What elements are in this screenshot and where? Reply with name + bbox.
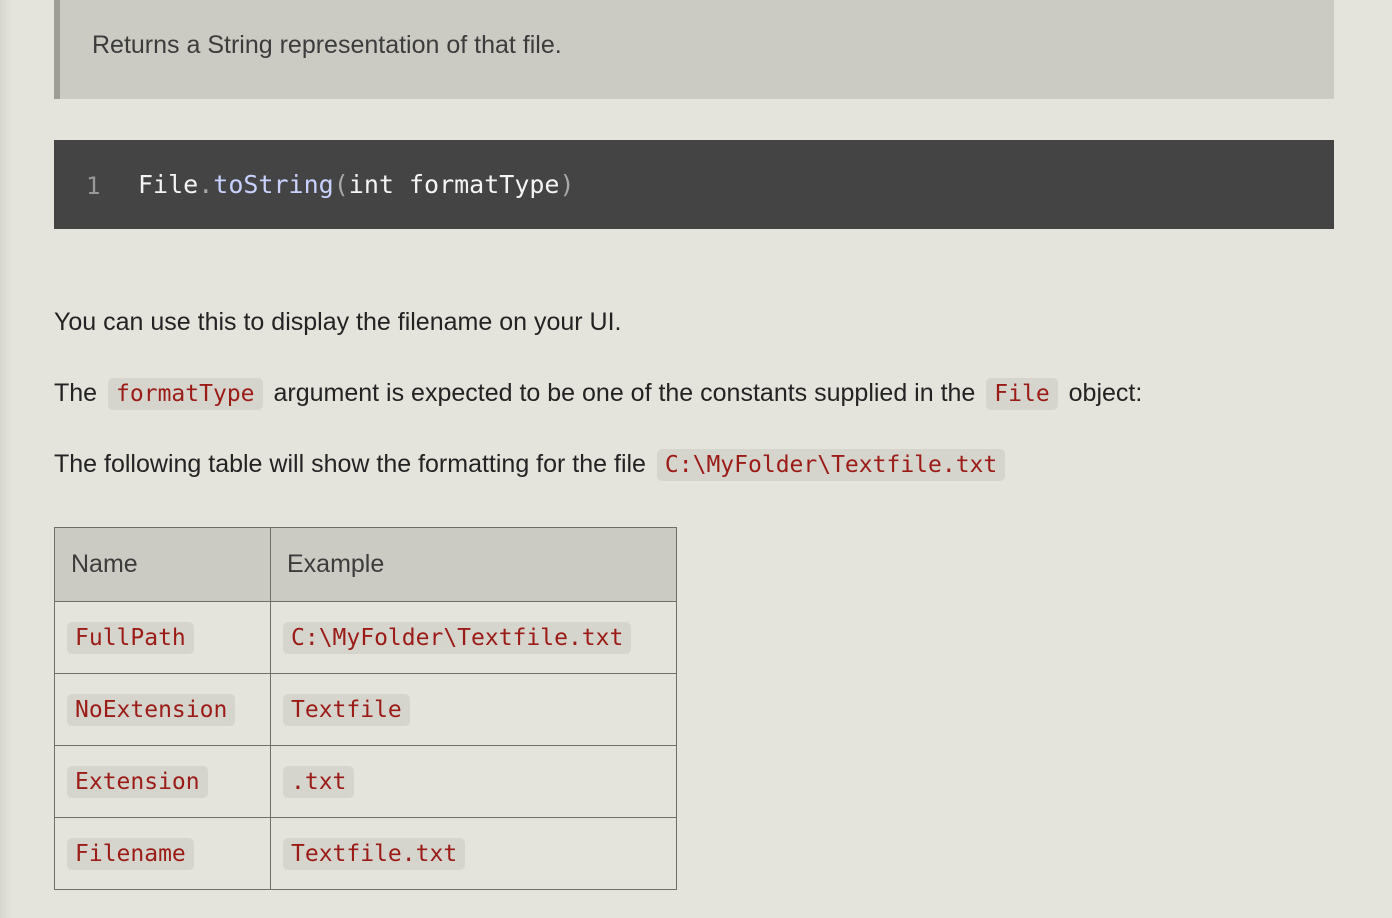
table-cell-name: Filename (54, 817, 271, 890)
description-blockquote: Returns a String representation of that … (54, 0, 1334, 99)
code-token-args: int formatType (348, 170, 560, 199)
inline-code-filename: Filename (67, 837, 194, 870)
table-row: Extension .txt (54, 745, 677, 818)
inline-code-example: Textfile (283, 693, 410, 726)
inline-code-example: .txt (283, 765, 355, 798)
inline-code-extension: Extension (67, 765, 208, 798)
inline-code-fullpath: FullPath (67, 621, 194, 654)
inline-code-path: C:\MyFolder\Textfile.txt (656, 449, 1006, 481)
table-cell-name: NoExtension (54, 673, 271, 746)
code-line-number: 1 (86, 172, 101, 200)
inline-code-noextension: NoExtension (67, 693, 236, 726)
blockquote-text: Returns a String representation of that … (92, 31, 562, 59)
code-token-dot: . (198, 170, 214, 199)
table-row: FullPath C:\MyFolder\Textfile.txt (54, 601, 677, 674)
code-token-open-paren: ( (333, 170, 349, 199)
page-edge (0, 0, 12, 918)
code-token-class: File (138, 170, 199, 199)
table-cell-example: Textfile.txt (270, 817, 677, 890)
table-header-name: Name (54, 527, 271, 602)
paragraph-text: object: (1068, 379, 1143, 407)
inline-code-example: C:\MyFolder\Textfile.txt (283, 621, 632, 654)
table-cell-name: Extension (54, 745, 271, 818)
paragraph-formattype: The formatType argument is expected to b… (54, 378, 1142, 410)
table-row: NoExtension Textfile (54, 673, 677, 746)
paragraph-usage: You can use this to display the filename… (54, 308, 622, 336)
table-cell-example: .txt (270, 745, 677, 818)
table-cell-name: FullPath (54, 601, 271, 674)
table-cell-example: Textfile (270, 673, 677, 746)
code-block: 1 File.toString(int formatType) (54, 140, 1334, 229)
table-cell-example: C:\MyFolder\Textfile.txt (270, 601, 677, 674)
table-header-row: Name Example (54, 527, 677, 602)
inline-code-formattype: formatType (108, 378, 263, 410)
paragraph-text: argument is expected to be one of the co… (273, 379, 976, 407)
inline-code-file: File (986, 378, 1058, 410)
paragraph-text: The following table will show the format… (54, 450, 646, 478)
paragraph-table-intro: The following table will show the format… (54, 449, 1009, 481)
table-header-example: Example (270, 527, 677, 602)
inline-code-example: Textfile.txt (283, 837, 466, 870)
code-line[interactable]: File.toString(int formatType) (138, 170, 575, 199)
code-token-close-paren: ) (559, 170, 575, 199)
code-token-method: toString (213, 170, 334, 199)
paragraph-text: The (54, 379, 98, 407)
table-row: Filename Textfile.txt (54, 817, 677, 890)
format-table: Name Example FullPath C:\MyFolder\Textfi… (54, 527, 677, 890)
